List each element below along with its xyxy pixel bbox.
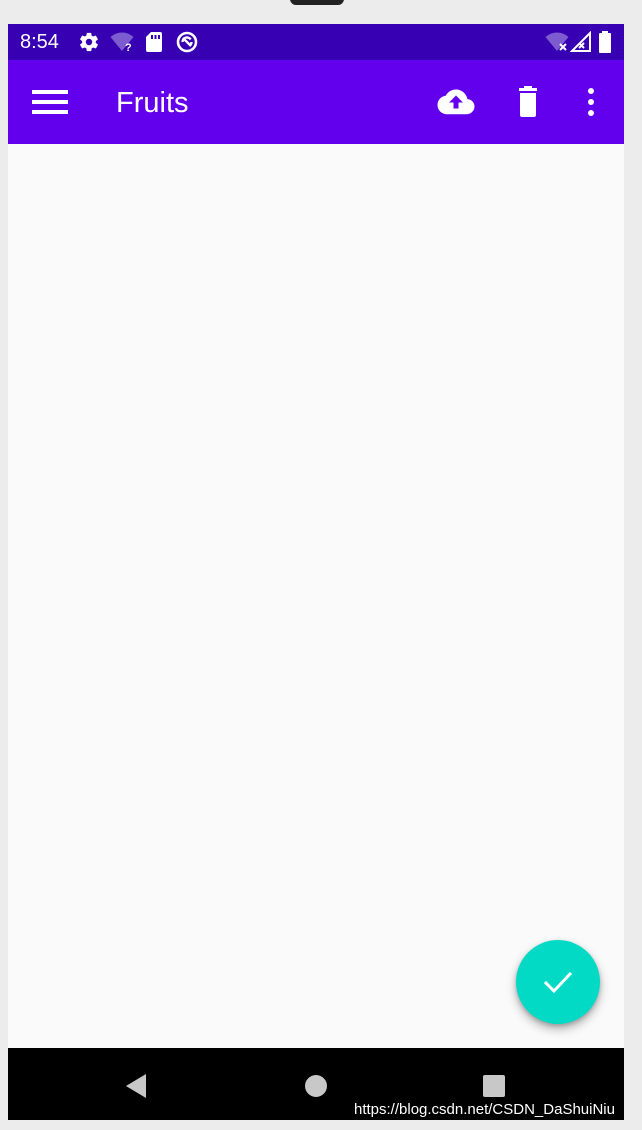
app-bar: Fruits bbox=[8, 60, 624, 144]
cellular-off-icon bbox=[569, 30, 592, 53]
menu-icon[interactable] bbox=[30, 84, 70, 120]
svg-text:?: ? bbox=[125, 42, 132, 53]
camera-notch bbox=[290, 0, 344, 5]
wifi-unknown-icon: ? bbox=[110, 31, 134, 54]
back-icon[interactable] bbox=[120, 1070, 152, 1102]
check-icon bbox=[543, 971, 573, 994]
status-bar: 8:54 ? bbox=[8, 24, 624, 60]
confirm-fab-button[interactable] bbox=[516, 940, 600, 1024]
recents-icon[interactable] bbox=[478, 1070, 510, 1102]
home-icon[interactable] bbox=[300, 1070, 332, 1102]
page-title: Fruits bbox=[116, 87, 189, 119]
device-frame: 8:54 ? Fruits https://blog.csdn.net/CSDN… bbox=[0, 0, 642, 1130]
delete-icon[interactable] bbox=[508, 84, 548, 120]
settings-icon bbox=[78, 31, 100, 53]
cloud-upload-icon[interactable] bbox=[436, 84, 476, 120]
battery-icon bbox=[598, 31, 620, 53]
sd-card-icon bbox=[144, 31, 166, 53]
status-time: 8:54 bbox=[20, 31, 59, 53]
phone-screen: 8:54 ? Fruits bbox=[8, 24, 624, 1120]
sync-icon bbox=[176, 31, 198, 53]
watermark: https://blog.csdn.net/CSDN_DaShuiNiu bbox=[354, 1101, 615, 1118]
more-vert-icon[interactable] bbox=[571, 84, 611, 120]
wifi-off-icon bbox=[545, 31, 569, 53]
fruit-list bbox=[8, 144, 624, 1048]
